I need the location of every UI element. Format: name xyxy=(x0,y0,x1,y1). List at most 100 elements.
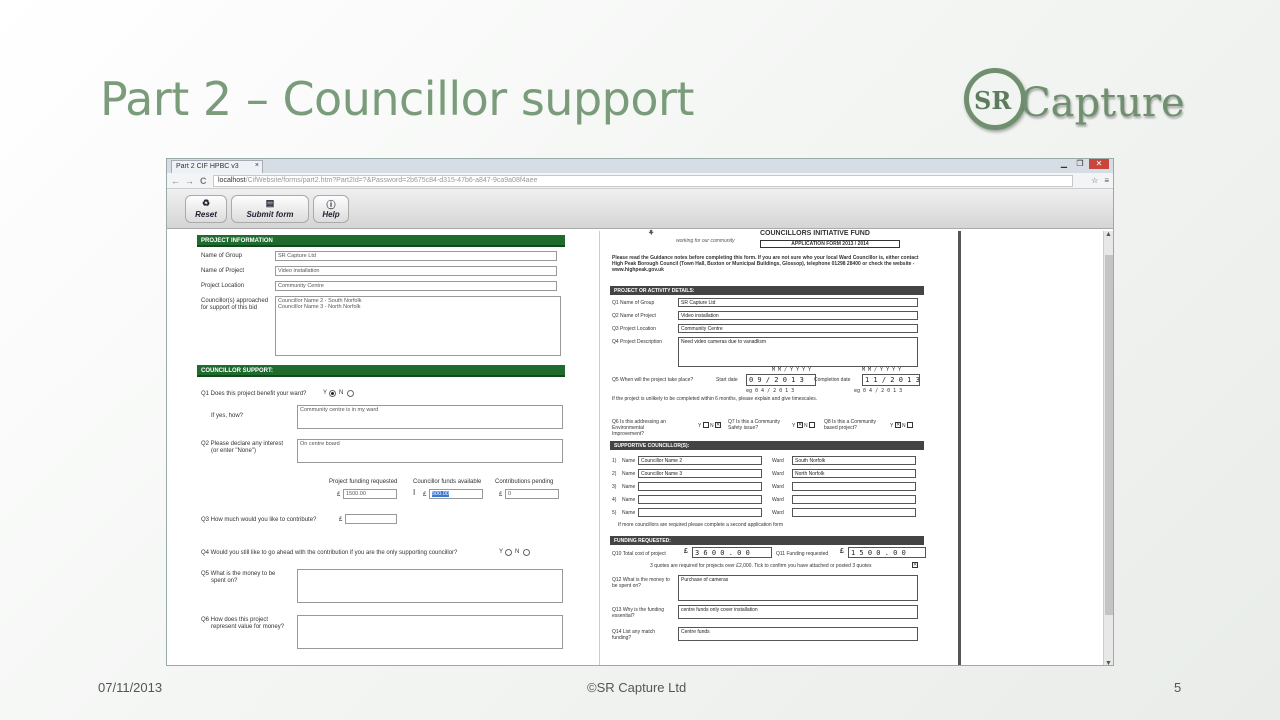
doc-q4-label: Q4 Project Description xyxy=(612,339,663,345)
q1-label: Q1 Does this project benefit your ward? xyxy=(201,391,307,397)
doc-q11-label: Q11 Funding requested xyxy=(776,551,829,557)
doc-subtitle: APPLICATION FORM 2013 / 2014 xyxy=(760,240,900,248)
url-host: localhost xyxy=(218,177,246,184)
doc-intro: Please read the Guidance notes before co… xyxy=(612,255,919,273)
q5-label-line1: Q5 What is the money to be xyxy=(201,571,276,577)
completion-date-example: eg 0 4 / 2 0 1 3 xyxy=(854,388,903,394)
q6-label-line1: Q6 How does this project xyxy=(201,617,269,623)
q6-label-line2: represent value for money? xyxy=(211,624,285,630)
councillors-label-line2: for support of this bid xyxy=(201,305,258,311)
quotes-checkbox: ✕ xyxy=(912,562,918,568)
page-content: PROJECT INFORMATION Name of Group SR Cap… xyxy=(167,230,1105,665)
q7-yes-checkbox: ✕ xyxy=(797,422,803,428)
q1-no-label: N xyxy=(339,390,344,396)
name-of-group-input[interactable]: SR Capture Ltd xyxy=(275,251,557,261)
project-details-header: PROJECT OR ACTIVITY DETAILS: xyxy=(610,286,924,295)
q6-textarea[interactable] xyxy=(297,615,563,649)
submit-label: Submit form xyxy=(246,210,294,219)
q1-how-textarea[interactable]: Community centre is in my ward xyxy=(297,405,563,429)
logo-sr: SR xyxy=(974,86,1012,115)
pound-sign: £ xyxy=(337,492,341,498)
councillor-name-field: Councillor Name 2 xyxy=(638,456,762,465)
q4-yes-radio[interactable] xyxy=(505,549,512,556)
doc-q2-field: Video installation xyxy=(678,311,918,320)
forward-icon[interactable]: → xyxy=(185,176,194,186)
scroll-thumb[interactable] xyxy=(1105,255,1113,615)
q7-no-checkbox xyxy=(809,422,815,428)
q6-yes-checkbox xyxy=(703,422,709,428)
councillor-row-number: 3) xyxy=(612,484,617,490)
q4-label: Q4 Would you still like to go ahead with… xyxy=(201,550,458,556)
councillor-row-name-label: Name xyxy=(622,484,636,490)
start-date-label: Start date xyxy=(716,377,738,383)
councillor-name-field xyxy=(638,482,762,491)
q5-label: Q5 What is the money to be spent on? xyxy=(201,571,275,585)
minimize-icon[interactable]: ▁ xyxy=(1057,159,1071,169)
scroll-up-icon[interactable]: ▲ xyxy=(1105,231,1112,238)
browser-menu-icon[interactable]: ≡ xyxy=(1104,176,1109,185)
text-cursor-icon: I xyxy=(413,488,416,497)
address-icons: ☆ ≡ xyxy=(1091,176,1109,185)
funding-requested-header: FUNDING REQUESTED: xyxy=(610,536,924,545)
footer-copyright: ©SR Capture Ltd xyxy=(587,680,687,695)
q6-n: N xyxy=(710,423,714,429)
councillors-approached-label: Councillor(s) approached for support of … xyxy=(201,298,268,312)
pound-sign: £ xyxy=(423,492,427,498)
councillors-approached-textarea[interactable]: Councillor Name 2 - South Norfolk Counci… xyxy=(275,296,561,356)
councillor-row-ward-label: Ward xyxy=(772,471,784,477)
q2-interest-textarea[interactable]: On centre board xyxy=(297,439,563,463)
q8-yes-checkbox: ✕ xyxy=(895,422,901,428)
url-input[interactable]: localhost/CifWebsite/forms/part2.htm?Par… xyxy=(213,175,1073,187)
project-location-input[interactable]: Community Centre xyxy=(275,281,557,291)
address-bar: ← → C localhost/CifWebsite/forms/part2.h… xyxy=(167,173,1113,189)
reset-icon: ♻ xyxy=(201,198,211,208)
funds-available-input[interactable]: 500.00 xyxy=(429,489,483,499)
browser-tab[interactable]: Part 2 CIF HPBC v3 × xyxy=(171,160,263,173)
councillor-ward-field: North Norfolk xyxy=(792,469,916,478)
doc-q14-field: Centre funds xyxy=(678,627,918,641)
q5-note: If the project is unlikely to be complet… xyxy=(612,396,818,402)
q1-yes-radio[interactable] xyxy=(329,390,336,397)
councillor-row-ward-label: Ward xyxy=(772,458,784,464)
q8-y: Y xyxy=(890,423,894,429)
completion-date-hint: M M / Y Y Y Y xyxy=(862,367,902,373)
form-toolbar: ♻ Reset ▤ Submit form ⓘ Help xyxy=(167,189,1113,229)
councillor-name-field xyxy=(638,495,762,504)
q11-currency: £ xyxy=(840,548,844,555)
completion-date-field: 1 1 / 2 0 1 3 xyxy=(862,374,920,386)
close-window-icon[interactable]: ✕ xyxy=(1089,159,1109,169)
maximize-icon[interactable]: ❐ xyxy=(1073,159,1087,169)
q3-contribution-input[interactable] xyxy=(345,514,397,524)
reset-label: Reset xyxy=(195,210,217,219)
q4-yes-label: Y xyxy=(499,549,504,555)
councillor-name-field xyxy=(638,508,762,517)
vertical-scrollbar[interactable]: ▲ ▼ xyxy=(1103,231,1113,665)
q4-no-label: N xyxy=(515,549,520,555)
q8-n: N xyxy=(902,423,906,429)
application-form-document: ⚘ working for our community COUNCILLORS … xyxy=(599,230,961,665)
funding-requested-input[interactable]: 1500.00 xyxy=(343,489,397,499)
submit-form-button[interactable]: ▤ Submit form xyxy=(231,195,309,223)
help-button[interactable]: ⓘ Help xyxy=(313,195,349,223)
q5-textarea[interactable] xyxy=(297,569,563,603)
bookmark-star-icon[interactable]: ☆ xyxy=(1091,176,1098,185)
q8-no-checkbox xyxy=(907,422,913,428)
reload-icon[interactable]: C xyxy=(200,176,207,186)
sr-capture-logo: SR Capture xyxy=(960,62,1200,142)
project-info-header: PROJECT INFORMATION xyxy=(197,235,565,247)
doc-q7-label: Q7 Is this a Community Safety issue? xyxy=(728,419,780,431)
scroll-down-icon[interactable]: ▼ xyxy=(1105,660,1112,665)
reset-button[interactable]: ♻ Reset xyxy=(185,195,227,223)
back-icon[interactable]: ← xyxy=(171,176,180,186)
councillor-row-name-label: Name xyxy=(622,458,636,464)
councillor-row-name-label: Name xyxy=(622,471,636,477)
name-of-project-input[interactable]: Video installation xyxy=(275,266,557,276)
contributions-pending-input[interactable]: 0 xyxy=(505,489,559,499)
start-date-hint: M M / Y Y Y Y xyxy=(772,367,812,373)
q1-no-radio[interactable] xyxy=(347,390,354,397)
tab-close-icon[interactable]: × xyxy=(255,162,259,169)
doc-q8-label: Q8 Is this a Community based project? xyxy=(824,419,876,431)
q4-no-radio[interactable] xyxy=(523,549,530,556)
q1-yes-label: Y xyxy=(323,390,328,396)
councillor-row-number: 5) xyxy=(612,510,617,516)
